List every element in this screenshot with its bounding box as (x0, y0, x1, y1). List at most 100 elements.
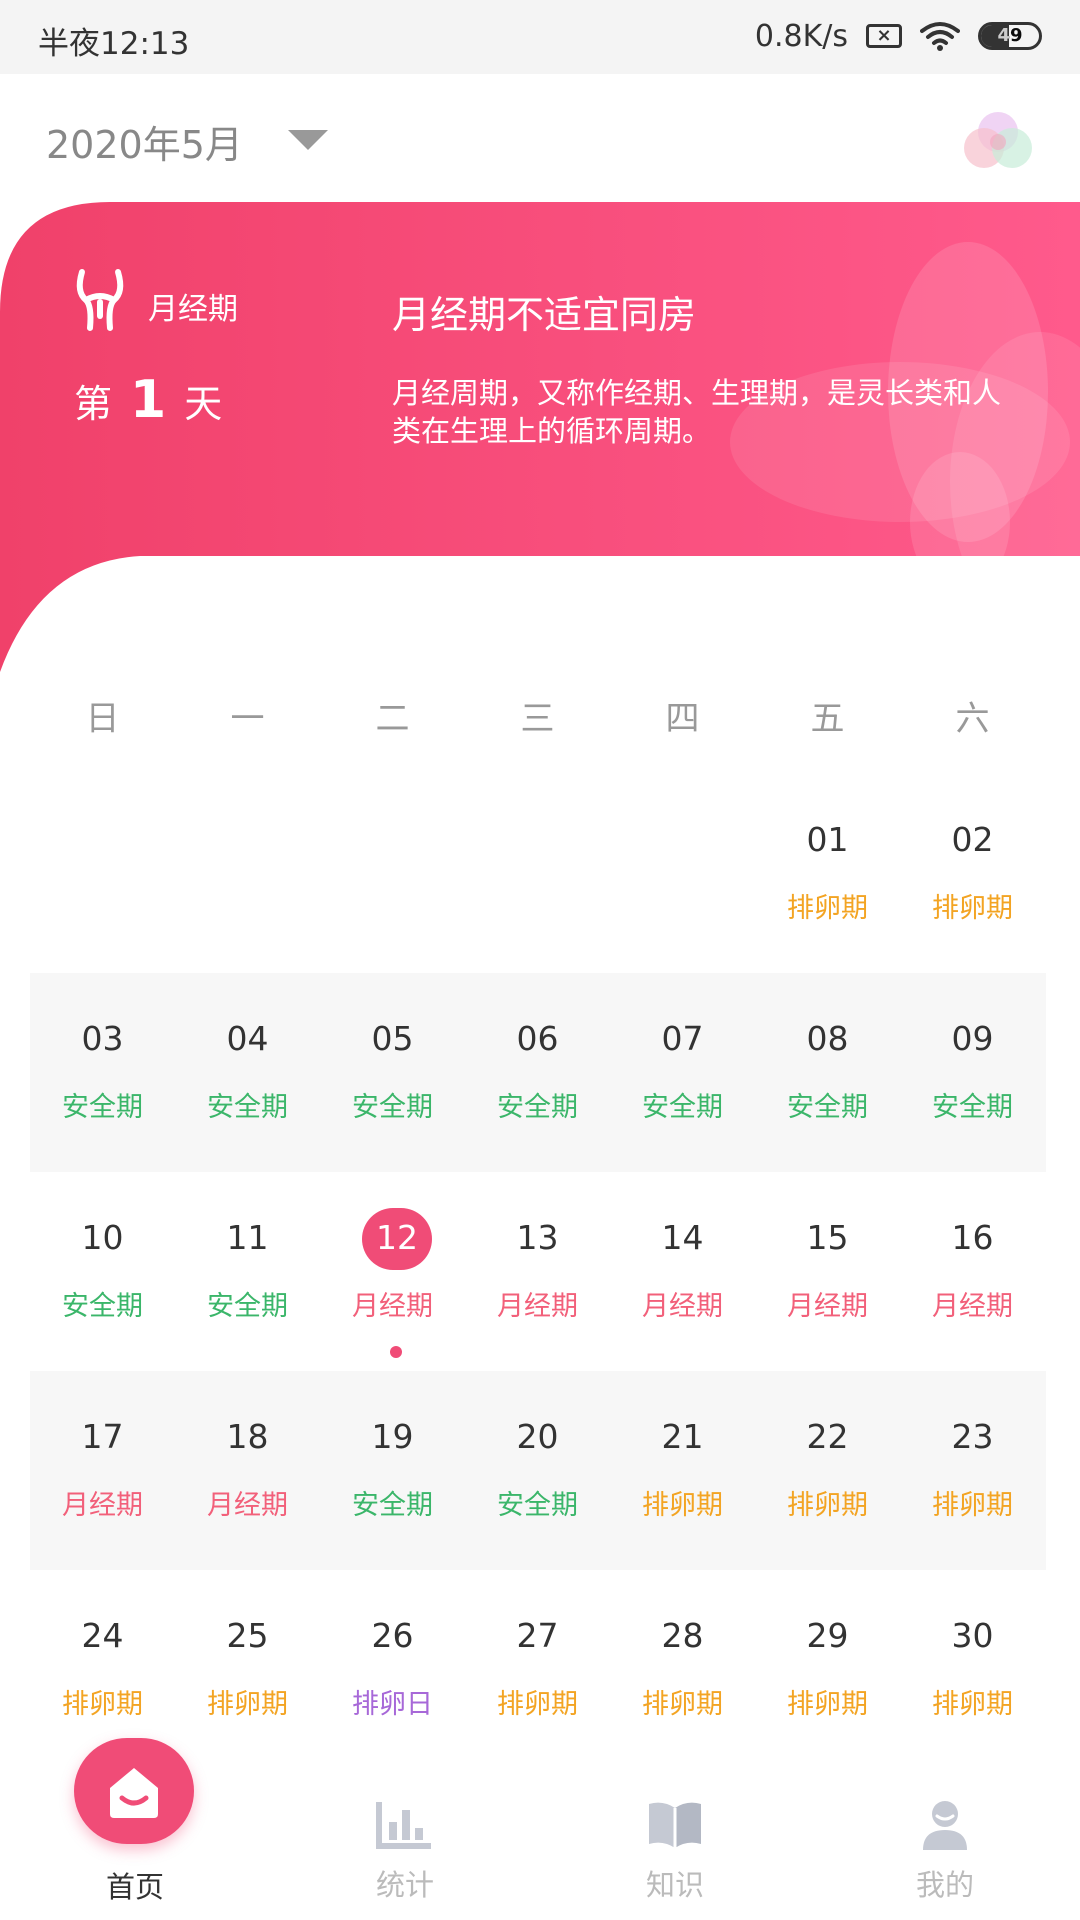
calendar-day-cell[interactable]: 18 月经期 (175, 1371, 320, 1570)
calendar-day-cell[interactable]: 17 月经期 (30, 1371, 175, 1570)
calendar-day-cell[interactable]: 29 排卵期 (755, 1570, 900, 1769)
calendar-day-status: 月经期 (352, 1291, 433, 1322)
calendar-day-cell[interactable]: 12 月经期 (320, 1172, 465, 1371)
calendar-day-number: 17 (81, 1417, 124, 1456)
calendar-day-status: 排卵期 (932, 1689, 1013, 1720)
calendar-day-cell[interactable]: 07 安全期 (610, 973, 755, 1172)
calendar-day-cell[interactable]: 08 安全期 (755, 973, 900, 1172)
tab-knowledge[interactable]: 知识 (540, 1758, 810, 1920)
calendar-day-status: 排卵期 (787, 893, 868, 924)
uterus-icon (76, 269, 124, 331)
calendar-day-cell[interactable]: 19 安全期 (320, 1371, 465, 1570)
calendar-day-status: 安全期 (787, 1092, 868, 1123)
calendar-day-cell[interactable]: 05 安全期 (320, 973, 465, 1172)
calendar-week-row: 03 安全期 04 安全期 05 安全期 06 安全期 07 安全期 08 安全期 09 安全期 (30, 973, 1046, 1172)
calendar-day-cell[interactable]: 04 安全期 (175, 973, 320, 1172)
calendar-day-number: 26 (371, 1616, 414, 1655)
calendar-day-number: 13 (516, 1218, 559, 1257)
day-counter: 第 1 天 (74, 370, 222, 430)
calendar-day-cell[interactable]: 09 安全期 (900, 973, 1045, 1172)
tab-stats[interactable]: 统计 (270, 1758, 540, 1920)
calendar-day-number: 02 (951, 820, 994, 859)
weekday-mon: 一 (230, 699, 265, 739)
calendar-day-number: 24 (81, 1616, 124, 1655)
calendar-day-number: 06 (516, 1019, 559, 1058)
caret-down-icon[interactable] (288, 130, 328, 150)
day-prefix: 第 (74, 382, 113, 426)
calendar-day-cell[interactable]: 27 排卵期 (465, 1570, 610, 1769)
battery-icon: 49 (978, 22, 1042, 50)
calendar-day-number: 29 (806, 1616, 849, 1655)
weekday-header: 日 一 二 三 四 五 六 (30, 686, 1046, 752)
calendar-day-number: 08 (806, 1019, 849, 1058)
calendar-day-cell[interactable]: 03 安全期 (30, 973, 175, 1172)
calendar-day-status: 安全期 (642, 1092, 723, 1123)
calendar-day-cell[interactable]: 23 排卵期 (900, 1371, 1045, 1570)
calendar-day-cell[interactable]: 10 安全期 (30, 1172, 175, 1371)
calendar-day-status: 排卵期 (932, 893, 1013, 924)
calendar-day-status: 安全期 (62, 1291, 143, 1322)
calendar-day-cell[interactable]: 11 安全期 (175, 1172, 320, 1371)
phase-banner: 月经期 第 1 天 月经期不适宜同房 月经周期，又称作经期、生理期，是灵长类和人… (0, 202, 1080, 672)
calendar-day-status: 安全期 (207, 1291, 288, 1322)
calendar-day-cell[interactable]: 15 月经期 (755, 1172, 900, 1371)
weekday-sat: 六 (955, 699, 990, 739)
weekday-sun: 日 (85, 699, 120, 739)
calendar-day-number: 21 (661, 1417, 704, 1456)
calendar-day-cell[interactable]: 02 排卵期 (900, 774, 1045, 973)
calendar-day-number: 11 (226, 1218, 269, 1257)
calendar-day-number: 27 (516, 1616, 559, 1655)
calendar-day-status: 月经期 (207, 1490, 288, 1521)
calendar-grid: 01 排卵期 02 排卵期 03 安全期 04 安全期 05 安全期 06 安全期 07 安全期 08 安全期… (30, 774, 1046, 1769)
calendar-day-status: 排卵期 (787, 1689, 868, 1720)
calendar-day-cell[interactable]: 22 排卵期 (755, 1371, 900, 1570)
calendar-day-cell[interactable]: 06 安全期 (465, 973, 610, 1172)
calendar-day-number: 28 (661, 1616, 704, 1655)
calendar-day-status: 安全期 (932, 1092, 1013, 1123)
month-selector[interactable]: 2020年5月 (46, 114, 243, 169)
calendar-day-number: 01 (806, 820, 849, 859)
calendar-day-status: 月经期 (62, 1490, 143, 1521)
calendar-day-cell[interactable]: 25 排卵期 (175, 1570, 320, 1769)
calendar-day-cell[interactable]: 21 排卵期 (610, 1371, 755, 1570)
tab-mine[interactable]: 我的 (810, 1758, 1080, 1920)
calendar-empty-cell (320, 774, 465, 973)
calendar-week-row: 01 排卵期 02 排卵期 (30, 774, 1046, 973)
calendar-day-number-today: 12 (362, 1208, 432, 1270)
calendar-day-status: 排卵期 (62, 1689, 143, 1720)
calendar-day-status: 安全期 (497, 1490, 578, 1521)
calendar-day-status: 月经期 (497, 1291, 578, 1322)
calendar-day-status: 月经期 (787, 1291, 868, 1322)
calendar-day-cell[interactable]: 01 排卵期 (755, 774, 900, 973)
calendar-day-status: 排卵期 (642, 1490, 723, 1521)
bottom-tab-bar: 首页 统计 知识 我的 (0, 1738, 1080, 1920)
calendar-day-number: 30 (951, 1616, 994, 1655)
calendar-day-cell[interactable]: 13 月经期 (465, 1172, 610, 1371)
user-icon (923, 1801, 967, 1850)
calendar-day-status: 安全期 (497, 1092, 578, 1123)
calendar-day-number: 16 (951, 1218, 994, 1257)
calendar-day-cell[interactable]: 16 月经期 (900, 1172, 1045, 1371)
calendar-day-cell[interactable]: 28 排卵期 (610, 1570, 755, 1769)
calendar-day-status: 安全期 (207, 1092, 288, 1123)
calendar-day-number: 07 (661, 1019, 704, 1058)
book-icon (649, 1802, 701, 1848)
color-blob-icon[interactable] (962, 110, 1034, 172)
calendar-day-cell[interactable]: 30 排卵期 (900, 1570, 1045, 1769)
calendar-day-status: 排卵日 (352, 1689, 433, 1720)
calendar-day-number: 10 (81, 1218, 124, 1257)
bar-chart-icon (376, 1802, 431, 1849)
tab-home-label: 首页 (105, 1870, 164, 1904)
calendar-day-cell[interactable]: 26 排卵日 (320, 1570, 465, 1769)
tab-home[interactable]: 首页 (0, 1738, 270, 1920)
network-speed: 0.8K/s (754, 18, 848, 54)
calendar-day-status: 安全期 (62, 1092, 143, 1123)
calendar-day-cell[interactable]: 14 月经期 (610, 1172, 755, 1371)
today-indicator-dot (390, 1346, 402, 1358)
calendar-day-status: 安全期 (352, 1490, 433, 1521)
tab-mine-label: 我的 (915, 1868, 974, 1902)
weekday-tue: 二 (375, 699, 410, 739)
calendar-day-status: 安全期 (352, 1092, 433, 1123)
calendar-day-status: 排卵期 (207, 1689, 288, 1720)
calendar-day-cell[interactable]: 20 安全期 (465, 1371, 610, 1570)
